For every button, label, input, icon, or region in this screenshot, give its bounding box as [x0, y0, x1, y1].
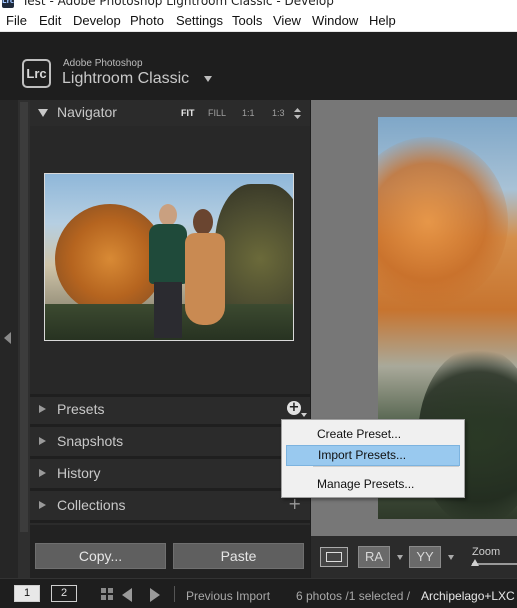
collapsed-triangle-icon[interactable] — [39, 469, 46, 477]
collapsed-triangle-icon[interactable] — [39, 437, 46, 445]
presets-header[interactable]: Presets + — [30, 397, 310, 423]
snapshots-header[interactable]: Snapshots — [30, 429, 310, 455]
menu-settings[interactable]: Settings — [176, 13, 223, 28]
forward-arrow-icon[interactable] — [150, 588, 160, 602]
lrc-logo: Lrc — [22, 59, 51, 88]
develop-toolbar: RA YY Zoom — [311, 536, 517, 578]
zoom-1-1[interactable]: 1:1 — [242, 108, 255, 118]
expanded-triangle-icon[interactable] — [38, 109, 48, 117]
divider — [30, 456, 310, 459]
menu-view[interactable]: View — [273, 13, 301, 28]
navigator-header[interactable]: Navigator FIT FILL 1:1 1:3 — [30, 100, 310, 126]
divider — [30, 488, 310, 491]
left-panel-toggle[interactable] — [0, 100, 18, 578]
menu-window[interactable]: Window — [312, 13, 358, 28]
add-preset-plus-icon[interactable]: + — [287, 401, 301, 415]
menu-edit[interactable]: Edit — [39, 13, 61, 28]
zoom-fit[interactable]: FIT — [181, 108, 195, 118]
window-title: Test - Adobe Photoshop Lightroom Classic… — [22, 0, 334, 8]
copy-paste-bar: Copy... Paste — [30, 525, 310, 578]
snapshots-title: Snapshots — [57, 433, 124, 449]
navigator-thumbnail[interactable] — [44, 173, 294, 341]
thumb-woman — [183, 209, 227, 339]
zoom-stepper-icon[interactable] — [294, 108, 301, 119]
collections-title: Collections — [57, 497, 126, 513]
zoom-label: Zoom — [472, 546, 501, 558]
photo-foliage-orange — [378, 137, 508, 307]
chevron-down-icon[interactable] — [448, 555, 454, 560]
before-after-left-right-button[interactable]: RA — [358, 546, 390, 568]
primary-monitor-button[interactable]: 1 — [14, 585, 40, 602]
left-panel: Navigator FIT FILL 1:1 1:3 Presets + Sna… — [30, 100, 310, 578]
menu-photo[interactable]: Photo — [130, 13, 164, 28]
before-after-split-button[interactable]: YY — [409, 546, 441, 568]
presets-title: Presets — [57, 401, 105, 417]
chevron-down-icon[interactable] — [204, 76, 212, 82]
collapsed-triangle-icon[interactable] — [39, 405, 46, 413]
collections-header[interactable]: Collections + — [30, 493, 310, 519]
back-arrow-icon[interactable] — [122, 588, 132, 602]
chevron-down-icon — [301, 413, 307, 417]
scrollbar-thumb[interactable] — [20, 102, 28, 532]
menu-tools[interactable]: Tools — [232, 13, 262, 28]
divider — [30, 520, 310, 523]
brand-name[interactable]: Lightroom Classic — [62, 70, 189, 88]
brand-small-text: Adobe Photoshop — [63, 58, 143, 69]
paste-button[interactable]: Paste — [173, 543, 304, 569]
loupe-view-icon[interactable] — [320, 547, 348, 567]
left-panel-scrollbar[interactable] — [18, 100, 30, 578]
grid-view-icon[interactable] — [101, 588, 114, 601]
divider — [30, 424, 310, 427]
chevron-down-icon[interactable] — [397, 555, 403, 560]
selected-filename: Archipelago+LXC — [421, 589, 515, 603]
filmstrip-bar: 1 2 Previous Import 6 photos /1 selected… — [0, 578, 517, 608]
photo-count: 6 photos /1 selected / — [296, 589, 411, 603]
menu-separator — [313, 466, 459, 467]
history-title: History — [57, 465, 101, 481]
history-header[interactable]: History — [30, 461, 310, 487]
app-icon: Lrc — [2, 0, 14, 8]
collapse-left-icon[interactable] — [4, 332, 11, 344]
navigator-title: Navigator — [57, 104, 117, 120]
menu-file[interactable]: File — [6, 13, 27, 28]
copy-button[interactable]: Copy... — [35, 543, 166, 569]
menu-bar: File Edit Develop Photo Settings Tools V… — [0, 10, 517, 32]
divider — [174, 586, 175, 602]
collapsed-triangle-icon[interactable] — [39, 501, 46, 509]
identity-plate: Lrc Adobe Photoshop Lightroom Classic — [0, 32, 517, 100]
zoom-1-3[interactable]: 1:3 — [272, 108, 285, 118]
title-bar: Lrc Test - Adobe Photoshop Lightroom Cla… — [0, 0, 517, 10]
menu-help[interactable]: Help — [369, 13, 396, 28]
secondary-monitor-button[interactable]: 2 — [51, 585, 77, 602]
menu-develop[interactable]: Develop — [73, 13, 121, 28]
zoom-slider-thumb[interactable] — [471, 559, 479, 566]
navigator-preview[interactable] — [30, 126, 310, 394]
create-preset-menu-item[interactable]: Create Preset... — [286, 424, 460, 445]
import-presets-menu-item[interactable]: Import Presets... — [286, 445, 460, 466]
presets-context-menu: Create Preset... Import Presets... Manag… — [281, 419, 465, 498]
manage-presets-menu-item[interactable]: Manage Presets... — [286, 474, 460, 495]
source-label[interactable]: Previous Import — [186, 589, 270, 603]
zoom-fill[interactable]: FILL — [208, 108, 226, 118]
